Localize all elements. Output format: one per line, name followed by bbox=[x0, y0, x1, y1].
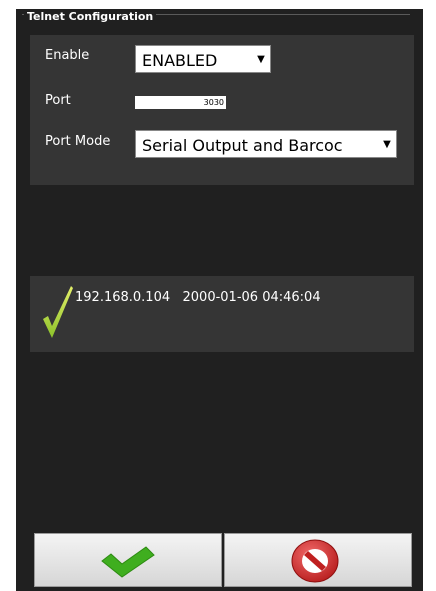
cancel-icon bbox=[291, 539, 339, 583]
port-mode-select[interactable]: Serial Output and Barcoc ▼ bbox=[135, 130, 397, 158]
client-ip: 192.168.0.104 bbox=[75, 290, 171, 305]
port-label: Port bbox=[45, 93, 71, 108]
connection-status-box bbox=[30, 276, 414, 352]
cancel-button[interactable] bbox=[224, 533, 412, 587]
chevron-down-icon: ▼ bbox=[378, 131, 396, 157]
checkmark-icon bbox=[101, 546, 155, 578]
connection-timestamp: 2000-01-06 04:46:04 bbox=[182, 290, 321, 305]
enable-select[interactable]: ENABLED ▼ bbox=[135, 45, 271, 73]
fieldset-legend: Telnet Configuration bbox=[24, 9, 157, 25]
port-mode-label: Port Mode bbox=[45, 134, 111, 149]
port-mode-select-value: Serial Output and Barcoc bbox=[142, 136, 343, 155]
enable-label: Enable bbox=[45, 48, 90, 63]
chevron-down-icon: ▼ bbox=[252, 46, 270, 72]
ok-button[interactable] bbox=[34, 533, 222, 587]
checkmark-icon bbox=[43, 286, 73, 338]
connection-status-text: 192.168.0.104 2000-01-06 04:46:04 bbox=[75, 290, 321, 305]
enable-select-value: ENABLED bbox=[142, 51, 218, 70]
port-input[interactable] bbox=[135, 96, 226, 109]
